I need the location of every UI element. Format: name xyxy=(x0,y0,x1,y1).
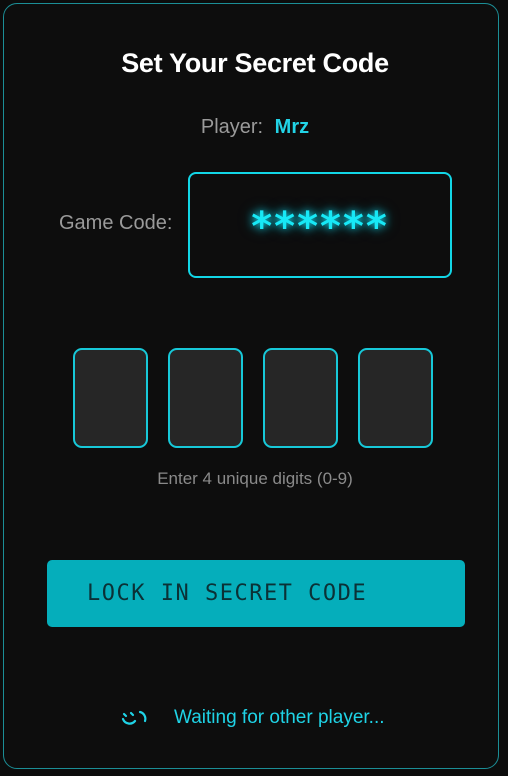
loading-spinner-icon xyxy=(120,707,150,729)
lock-in-code-label: LOCK IN SECRET CODE xyxy=(87,581,368,606)
player-name: Mrz xyxy=(274,116,310,138)
waiting-status: Waiting for other player... xyxy=(120,706,385,730)
digit-input-1[interactable] xyxy=(73,348,148,448)
digit-input-2[interactable] xyxy=(168,348,243,448)
lock-in-code-button[interactable]: LOCK IN SECRET CODE xyxy=(47,560,465,627)
secret-code-panel: Set Your Secret Code Player: Mrz Game Co… xyxy=(3,3,499,769)
digit-input-4[interactable] xyxy=(358,348,433,448)
digits-hint: Enter 4 unique digits (0-9) xyxy=(157,469,353,488)
player-info: Player: Mrz xyxy=(4,116,506,139)
game-code-display: ****** xyxy=(188,172,452,278)
player-label: Player: xyxy=(200,116,264,138)
status-text: Waiting for other player... xyxy=(174,707,385,728)
game-code-value: ****** xyxy=(251,204,389,250)
page-title: Set Your Secret Code xyxy=(121,48,389,78)
game-code-label: Game Code: xyxy=(59,212,173,234)
digit-input-3[interactable] xyxy=(263,348,338,448)
